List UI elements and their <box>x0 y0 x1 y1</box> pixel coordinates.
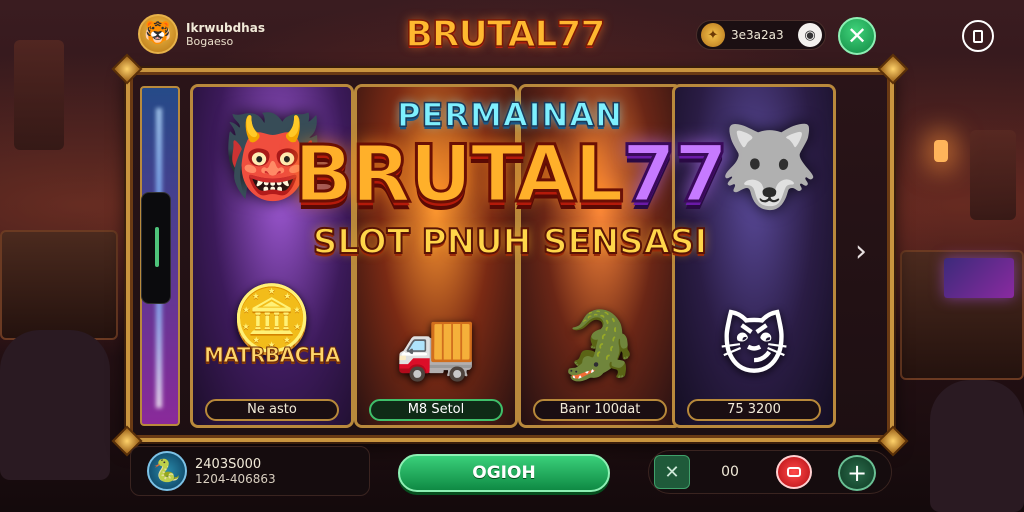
plus-icon: + <box>846 459 868 487</box>
frame-corner-ornament <box>877 425 909 457</box>
bottom-player-panel[interactable]: 🐍 2403S000 1204-406863 <box>130 446 370 496</box>
game-card-1[interactable]: 👹 🪙 MATRBACHA Ne asto <box>190 84 354 428</box>
game-card-2[interactable]: 🚚 M8 Setol <box>354 84 518 428</box>
record-button[interactable] <box>776 455 812 489</box>
game-label: Banr 100dat <box>533 399 667 421</box>
player-name: Ikrwubdhas <box>186 20 265 35</box>
beast-pack-icon: 🐺 <box>719 120 819 213</box>
golden-cat-icon: 😼 <box>719 307 789 384</box>
coin-balance-value: 3e3a2a3 <box>731 28 784 42</box>
game-title: MATRBACHA <box>204 343 342 368</box>
frame-corner-ornament <box>877 53 909 85</box>
game-lobby-screen: 🐯 Ikrwubdhas Bogaeso BRUTAL77 ✦ 3e3a2a3 … <box>0 0 1024 512</box>
dragon-beast-icon: 🐊 <box>558 307 642 384</box>
play-button-label: OGIOH <box>472 463 536 483</box>
demon-warrior-icon: 👹 <box>223 110 323 203</box>
mute-icon: ✕ <box>664 461 680 483</box>
mute-button[interactable]: ✕ <box>654 455 690 489</box>
background-chair-right <box>930 380 1024 512</box>
background-poster-right <box>970 130 1016 220</box>
add-button[interactable]: + <box>838 455 876 491</box>
top-logo: BRUTAL77 <box>405 13 607 56</box>
game-card-4[interactable]: 🐺 😼 75 3200 <box>672 84 836 428</box>
bet-count: 00 <box>721 464 739 480</box>
background-arcade-screen <box>944 258 1014 298</box>
background-banner-left <box>14 40 64 150</box>
game-label: Ne asto <box>205 399 339 421</box>
background-chair-left <box>0 330 110 480</box>
player-avatar[interactable]: 🐯 <box>138 14 178 54</box>
truck-monster-icon: 🚚 <box>394 307 478 384</box>
bottom-avatar[interactable]: 🐍 <box>147 451 187 491</box>
toggle-icon[interactable]: ◉ <box>798 23 822 47</box>
game-label: M8 Setol <box>369 399 503 421</box>
side-drawer-handle[interactable] <box>141 192 171 304</box>
exit-button[interactable] <box>962 20 994 52</box>
close-button[interactable]: ✕ <box>838 17 876 55</box>
door-icon <box>973 29 983 43</box>
drawer-grip-icon <box>155 227 159 267</box>
next-arrow-icon[interactable]: › <box>848 232 874 272</box>
close-icon: ✕ <box>846 22 868 50</box>
play-button[interactable]: OGIOH <box>398 454 610 492</box>
player-score: 2403S000 <box>195 456 262 472</box>
background-lamp-right <box>934 140 948 162</box>
coin-icon: ✦ <box>701 23 725 47</box>
player-id: 1204-406863 <box>195 471 276 486</box>
player-profile[interactable]: 🐯 Ikrwubdhas Bogaeso <box>138 14 265 54</box>
game-label: 75 3200 <box>687 399 821 421</box>
camera-icon <box>787 467 801 477</box>
player-subtitle: Bogaeso <box>186 34 234 48</box>
frame-corner-ornament <box>111 53 143 85</box>
background-cabinet-left <box>0 230 118 340</box>
coin-balance[interactable]: ✦ 3e3a2a3 ◉ <box>696 20 826 50</box>
game-card-3[interactable]: 🐊 Banr 100dat <box>518 84 682 428</box>
